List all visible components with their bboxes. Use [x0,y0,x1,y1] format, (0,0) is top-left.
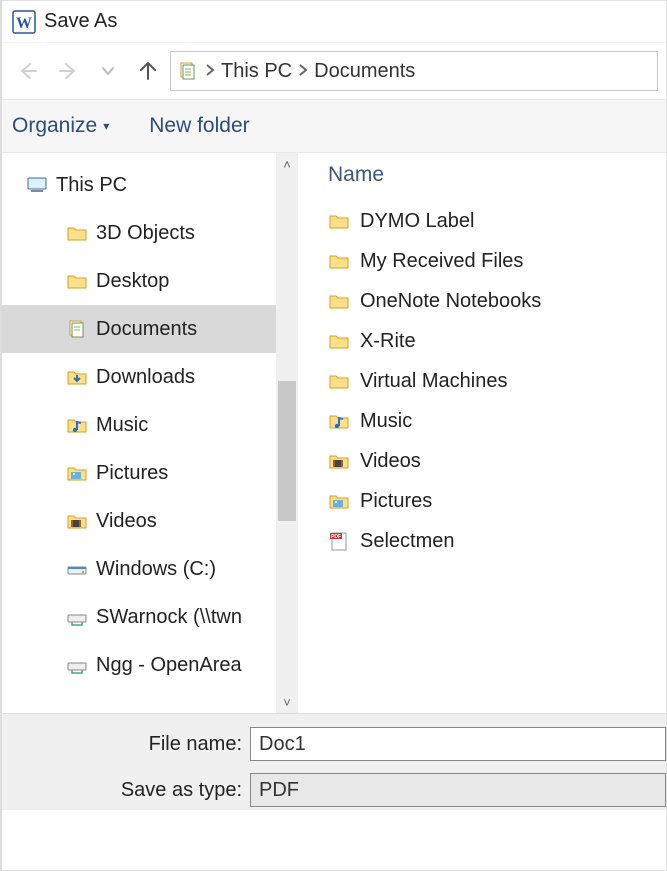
file-name: Virtual Machines [360,370,507,393]
organize-button[interactable]: Organize ▾ [12,114,109,138]
tree-item-this-pc[interactable]: This PC [2,161,298,209]
tree-item-documents[interactable]: Documents [2,305,298,353]
file-name: My Received Files [360,250,523,273]
music-icon [328,410,350,432]
navigation-bar: This PC Documents [2,43,666,99]
chevron-right-icon[interactable] [201,63,219,80]
file-name: X-Rite [360,330,416,353]
folder-icon [328,330,350,352]
folder-icon [328,210,350,232]
tree-item[interactable]: SWarnock (\\twn [2,593,298,641]
network-drive-icon [66,606,88,628]
tree-item[interactable]: Downloads [2,353,298,401]
svg-text:PDF: PDF [331,534,341,540]
file-name: Videos [360,450,421,473]
music-icon [66,414,88,436]
navigation-tree[interactable]: This PC 3D Objects Desktop Documents Dow… [2,153,298,713]
documents-icon [66,318,88,340]
drive-icon [66,558,88,580]
content-pane: This PC 3D Objects Desktop Documents Dow… [2,153,666,713]
tree-item[interactable]: 3D Objects [2,209,298,257]
folder-icon [66,270,88,292]
tree-item[interactable]: Videos [2,497,298,545]
list-item[interactable]: DYMO Label [328,201,656,241]
list-item[interactable]: PDF Selectmen [328,521,656,561]
list-item[interactable]: Music [328,401,656,441]
tree-item-label: This PC [56,174,127,197]
tree-item-label: 3D Objects [96,222,195,245]
tree-item-label: Pictures [96,462,168,485]
scroll-up-icon[interactable]: ˄ [276,153,298,175]
address-bar[interactable]: This PC Documents [170,51,658,91]
file-name: DYMO Label [360,210,475,233]
new-folder-button[interactable]: New folder [149,114,249,138]
tree-item-label: Videos [96,510,157,533]
filename-input[interactable] [250,727,666,761]
videos-icon [328,450,350,472]
scroll-down-icon[interactable]: ˅ [276,691,298,713]
computer-icon [26,174,48,196]
breadcrumb-this-pc[interactable]: This PC [221,60,292,83]
tree-item[interactable]: Ngg - OpenArea [2,641,298,689]
file-name: Music [360,410,412,433]
tree-item-label: Music [96,414,148,437]
file-list[interactable]: Name DYMO Label My Received Files OneNot… [298,153,666,713]
tree-item-label: Windows (C:) [96,558,216,581]
list-item[interactable]: My Received Files [328,241,656,281]
column-header-name[interactable]: Name [328,163,656,201]
chevron-right-icon[interactable] [294,63,312,80]
folder-icon [328,290,350,312]
network-drive-icon [66,654,88,676]
tree-item[interactable]: Pictures [2,449,298,497]
list-item[interactable]: Virtual Machines [328,361,656,401]
tree-item[interactable]: Music [2,401,298,449]
videos-icon [66,510,88,532]
file-name: Selectmen [360,530,455,553]
tree-item[interactable]: Windows (C:) [2,545,298,593]
pictures-icon [66,462,88,484]
folder-icon [66,222,88,244]
tree-item-label: Ngg - OpenArea [96,654,242,677]
forward-button[interactable] [50,53,86,89]
filename-label: File name: [2,733,250,756]
word-icon: W [12,10,36,34]
list-item[interactable]: Videos [328,441,656,481]
breadcrumb-documents[interactable]: Documents [314,60,415,83]
tree-item[interactable]: Desktop [2,257,298,305]
savetype-label: Save as type: [2,779,250,802]
save-form: File name: Save as type: PDF [2,713,666,810]
up-button[interactable] [130,53,166,89]
pdf-icon: PDF [328,530,350,552]
back-button[interactable] [10,53,46,89]
scroll-thumb[interactable] [278,381,296,521]
tree-item-label: Desktop [96,270,169,293]
documents-icon [177,60,199,82]
tree-scrollbar[interactable]: ˄ ˅ [276,153,298,713]
downloads-icon [66,366,88,388]
tree-item-label: SWarnock (\\twn [96,606,242,629]
tree-item-label: Documents [96,318,197,341]
file-name: OneNote Notebooks [360,290,541,313]
dropdown-caret-icon: ▾ [103,119,109,133]
folder-icon [328,250,350,272]
savetype-combo[interactable]: PDF [250,773,666,807]
recent-locations-dropdown[interactable] [90,53,126,89]
pictures-icon [328,490,350,512]
file-name: Pictures [360,490,432,513]
list-item[interactable]: X-Rite [328,321,656,361]
folder-icon [328,370,350,392]
title-bar: W Save As [2,1,666,43]
tree-item-label: Downloads [96,366,195,389]
list-item[interactable]: Pictures [328,481,656,521]
toolbar: Organize ▾ New folder [2,99,666,153]
svg-text:W: W [16,15,32,32]
list-item[interactable]: OneNote Notebooks [328,281,656,321]
window-title: Save As [44,10,117,33]
